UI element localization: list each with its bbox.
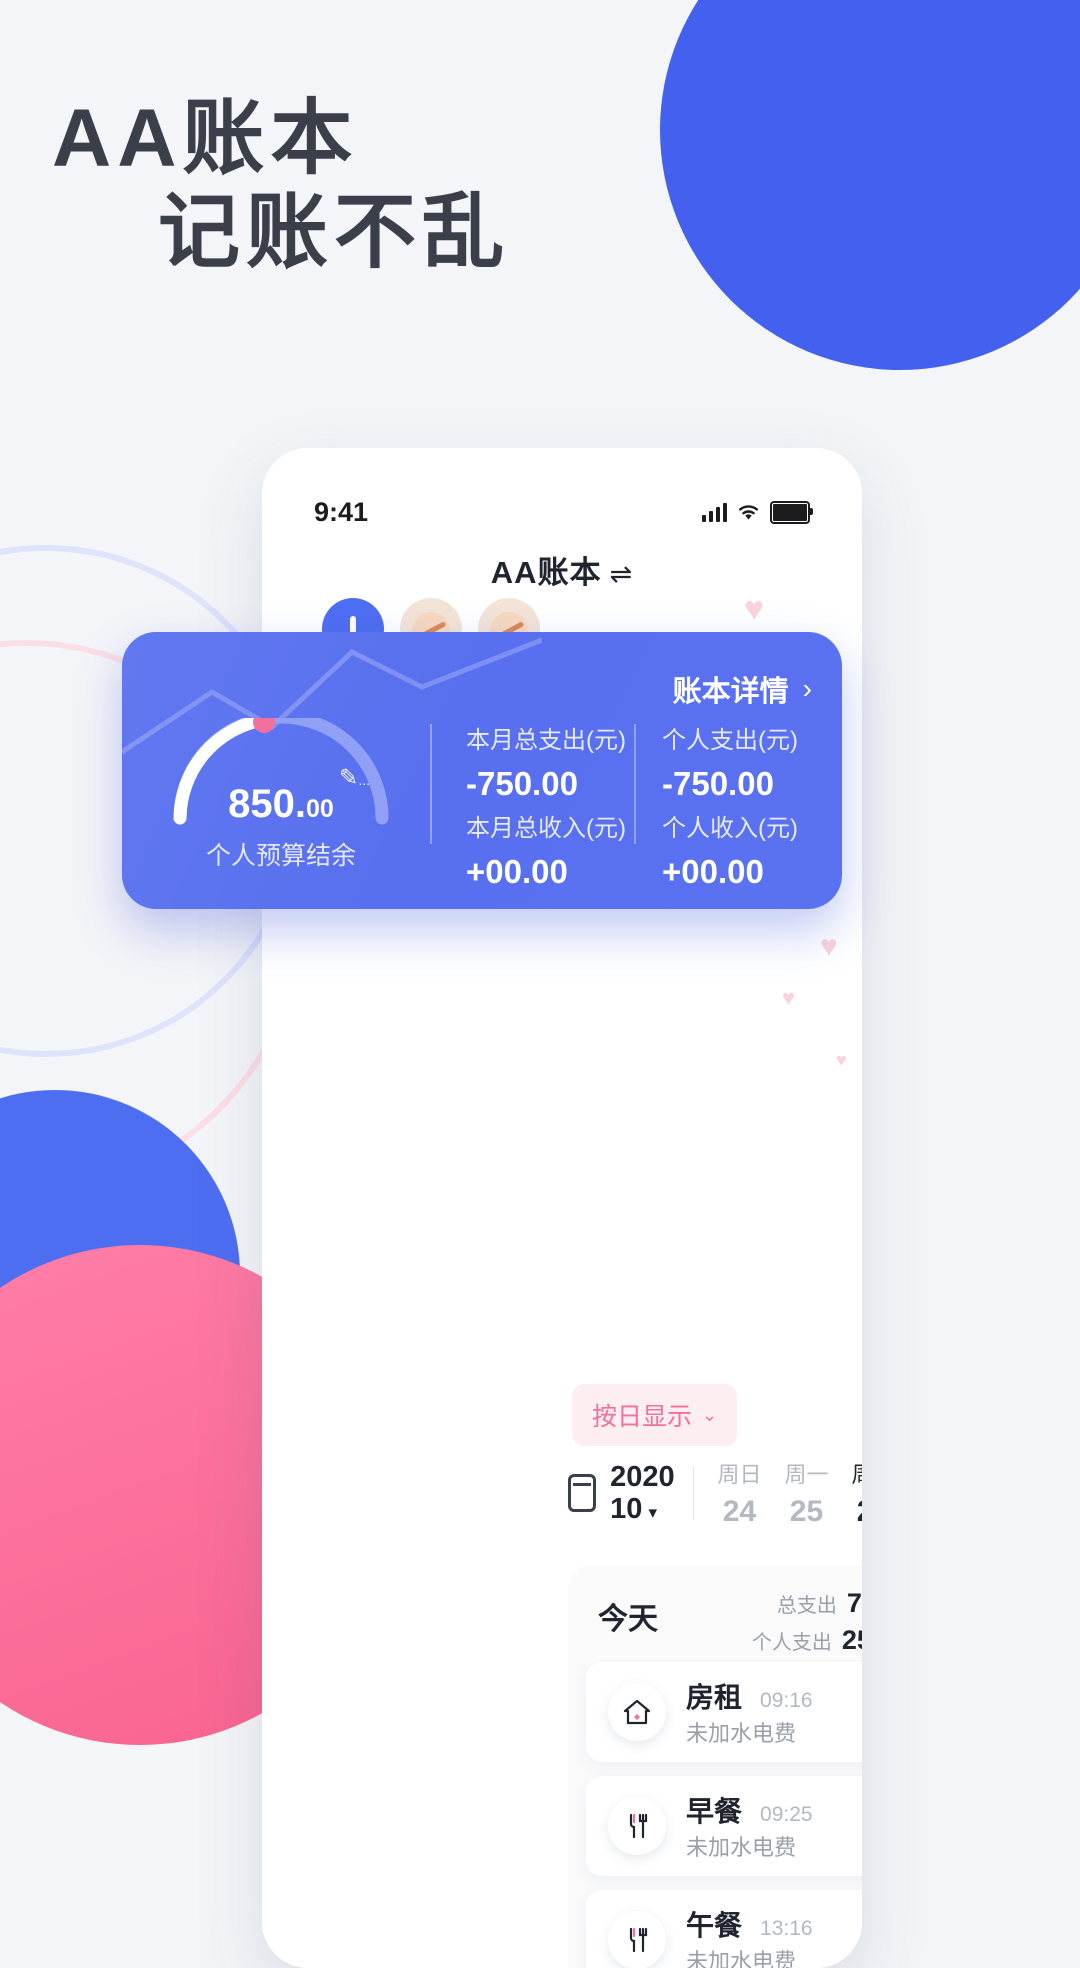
transaction-rows: 房租 09:16 未加水电费 -650.0 早餐 xyxy=(568,1662,862,1968)
page-title-text: AA账本 xyxy=(490,555,602,590)
transaction-name: 房租 xyxy=(686,1682,743,1713)
stat-personal-income: 个人收入(元) +00.00 xyxy=(662,808,798,891)
battery-icon xyxy=(770,500,813,524)
day-summary-title: 今天 xyxy=(598,1603,658,1636)
calendar-month: 10 ▾ xyxy=(610,1493,657,1525)
day-summary-row-personal: 个人支出 250.0 个人收入 66.7 xyxy=(752,1625,862,1656)
stat-value: -750.00 xyxy=(662,765,774,802)
day-name: 周一 xyxy=(784,1462,829,1487)
stat-value: -750.00 xyxy=(466,765,578,802)
budget-gauge[interactable]: ✎... 850.00 个人预算结余 xyxy=(152,718,410,870)
page-title: AA账本 ⇌ xyxy=(262,547,862,592)
calendar-icon xyxy=(568,1474,597,1512)
budget-amount-cents: 00 xyxy=(306,795,334,823)
book-detail-button[interactable]: 账本详情 › xyxy=(673,668,812,710)
budget-amount-main: 850. xyxy=(228,782,307,826)
transaction-info: 午餐 13:16 未加水电费 xyxy=(686,1904,862,1968)
personal-expense-value: 250.0 xyxy=(841,1625,862,1655)
breakfast-icon xyxy=(608,1797,666,1855)
stat-value: +00.00 xyxy=(466,853,568,890)
day-summary-header: 今天 总支出 750.0 总收入 200.0 个人支出 250.0 xyxy=(568,1566,862,1662)
divider xyxy=(634,724,636,844)
book-detail-label: 账本详情 xyxy=(672,676,789,708)
stat-month-expense: 本月总支出(元) -750.00 xyxy=(466,720,626,803)
day-name: 周二 xyxy=(840,1457,862,1489)
budget-label: 个人预算结余 xyxy=(205,842,356,870)
transaction-name: 早餐 xyxy=(686,1796,743,1827)
heart-icon: ♥ xyxy=(744,590,765,628)
transaction-note: 未加水电费 xyxy=(686,1835,797,1860)
transaction-time: 09:16 xyxy=(760,1689,813,1712)
day-cell-selected[interactable]: 周二 26 xyxy=(840,1441,862,1549)
swap-icon: ⇌ xyxy=(609,559,634,589)
summary-card: 账本详情 › ✎... 850.00 个人预算结余 本月总支出(元) -750.… xyxy=(122,632,842,909)
wifi-icon xyxy=(737,503,760,521)
heart-icon: ♥ xyxy=(836,1050,847,1070)
transaction-info: 房租 09:16 未加水电费 xyxy=(686,1676,862,1748)
day-number: 26 xyxy=(840,1495,862,1529)
status-time: 9:41 xyxy=(314,496,369,527)
headline-line-2: 记账不乱 xyxy=(158,187,511,279)
filter-chip-label: 按日显示 xyxy=(592,1403,693,1431)
home-icon xyxy=(608,1683,666,1741)
table-row[interactable]: 午餐 13:16 未加水电费 -50.0 xyxy=(586,1890,862,1968)
total-expense-value: 750.0 xyxy=(846,1588,862,1618)
cellular-bars-icon xyxy=(702,502,727,522)
day-cell[interactable]: 周日 24 xyxy=(706,1457,773,1529)
divider xyxy=(692,1466,694,1520)
transaction-info: 早餐 09:25 未加水电费 xyxy=(686,1790,862,1862)
headline-line-1: AA账本 xyxy=(52,93,359,184)
day-name: 周日 xyxy=(717,1462,762,1487)
heart-icon: ♥ xyxy=(782,985,796,1010)
table-row[interactable]: 房租 09:16 未加水电费 -650.0 xyxy=(586,1662,862,1762)
stat-caption: 本月总支出(元) xyxy=(466,727,626,754)
stat-value: +00.00 xyxy=(662,853,764,890)
total-expense-label: 总支出 xyxy=(776,1595,837,1617)
day-number: 24 xyxy=(722,1495,757,1528)
stat-caption: 个人收入(元) xyxy=(662,815,798,842)
status-bar: 9:41 xyxy=(262,490,862,534)
row-gap xyxy=(586,1876,862,1890)
table-row[interactable]: 早餐 09:25 未加水电费 -50.0 xyxy=(586,1776,862,1876)
heart-icon: ♥ xyxy=(820,930,838,963)
calendar-year: 2020 xyxy=(610,1460,675,1493)
transaction-note: 未加水电费 xyxy=(686,1949,797,1968)
day-summary-stats: 总支出 750.0 总收入 200.0 个人支出 250.0 个人收入 66.7 xyxy=(752,1588,862,1662)
filter-chip-by-day[interactable]: 按日显示 ⌄ xyxy=(572,1384,738,1446)
personal-expense-label: 个人支出 xyxy=(751,1632,832,1654)
stat-personal-expense: 个人支出(元) -750.00 xyxy=(662,720,798,803)
day-list[interactable]: 周日 24 周一 25 周二 26 周三 27 周四 xyxy=(706,1441,862,1549)
divider xyxy=(430,724,432,844)
transaction-list-panel: 今天 总支出 750.0 总收入 200.0 个人支出 250.0 xyxy=(568,1566,862,1968)
transaction-time: 13:16 xyxy=(760,1917,813,1940)
stat-caption: 本月总收入(元) xyxy=(466,815,626,842)
day-summary-row-total: 总支出 750.0 总收入 200.0 xyxy=(752,1588,862,1619)
year-month-selector[interactable]: 2020 10 ▾ xyxy=(610,1461,675,1526)
chevron-down-icon: ▾ xyxy=(648,1503,657,1522)
stat-caption: 个人支出(元) xyxy=(662,727,798,754)
stat-month-income: 本月总收入(元) +00.00 xyxy=(466,808,626,891)
chevron-down-icon: ⌄ xyxy=(702,1404,718,1425)
headline: AA账本 记账不乱 xyxy=(0,93,1080,285)
transaction-name: 午餐 xyxy=(686,1910,743,1941)
transaction-note: 未加水电费 xyxy=(686,1721,797,1746)
status-icons xyxy=(702,500,813,524)
week-date-picker[interactable]: 2020 10▾ 周日 24 周一 25 周二 26 xyxy=(568,1441,862,1549)
row-gap xyxy=(586,1762,862,1776)
budget-amount: 850.00 xyxy=(152,782,410,827)
chevron-right-icon: › xyxy=(802,673,812,704)
transaction-time: 09:25 xyxy=(760,1803,813,1826)
day-number: 25 xyxy=(789,1495,824,1528)
day-cell[interactable]: 周一 25 xyxy=(773,1457,840,1529)
